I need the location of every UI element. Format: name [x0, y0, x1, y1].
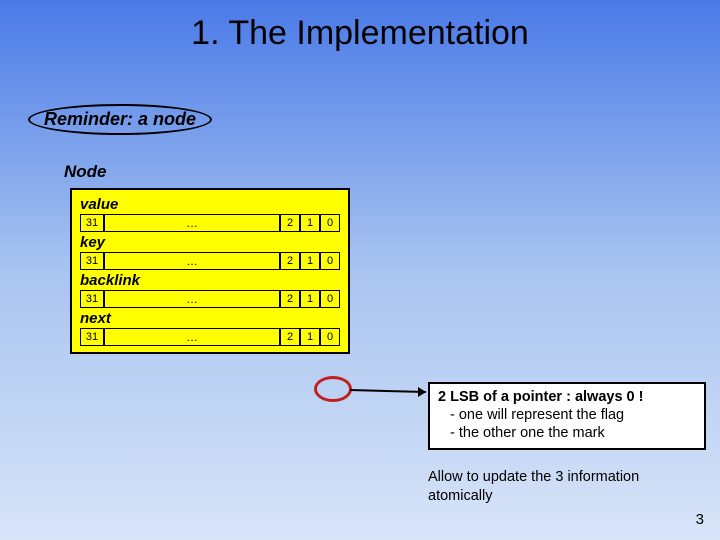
bit-0: 0 [320, 291, 340, 307]
field-label: value [80, 196, 340, 213]
bit-1: 1 [300, 253, 320, 269]
bit-2: 2 [280, 253, 300, 269]
bitfield-row: 31 … 2 1 0 [80, 214, 340, 232]
page-number: 3 [696, 511, 704, 528]
field-label: backlink [80, 272, 340, 289]
bit-mid: … [104, 291, 280, 307]
bitfield-row: 31 … 2 1 0 [80, 328, 340, 346]
bitfield-row: 31 … 2 1 0 [80, 290, 340, 308]
bit-31: 31 [80, 215, 104, 231]
bit-1: 1 [300, 291, 320, 307]
bit-0: 0 [320, 329, 340, 345]
bit-2: 2 [280, 215, 300, 231]
field-backlink: backlink 31 … 2 1 0 [80, 272, 340, 308]
lsb-note: 2 LSB of a pointer : always 0 ! - one wi… [428, 382, 706, 450]
reminder-callout: Reminder: a node [28, 104, 212, 135]
bit-31: 31 [80, 329, 104, 345]
node-heading: Node [64, 162, 107, 182]
field-key: key 31 … 2 1 0 [80, 234, 340, 270]
bit-31: 31 [80, 291, 104, 307]
slide-title: 1. The Implementation [0, 0, 720, 53]
field-label: next [80, 310, 340, 327]
arrow-icon [346, 378, 436, 408]
bit-mid: … [104, 253, 280, 269]
highlight-circle-icon [314, 376, 352, 402]
bit-mid: … [104, 215, 280, 231]
bitfield-row: 31 … 2 1 0 [80, 252, 340, 270]
bit-mid: … [104, 329, 280, 345]
node-structure: value 31 … 2 1 0 key 31 … 2 1 0 backlink… [70, 188, 350, 354]
bit-31: 31 [80, 253, 104, 269]
bit-1: 1 [300, 329, 320, 345]
field-value: value 31 … 2 1 0 [80, 196, 340, 232]
bit-0: 0 [320, 215, 340, 231]
bit-2: 2 [280, 329, 300, 345]
field-next: next 31 … 2 1 0 [80, 310, 340, 346]
allow-note: Allow to update the 3 information atomic… [428, 468, 706, 506]
note-line: - one will represent the flag [438, 406, 696, 424]
bit-0: 0 [320, 253, 340, 269]
note-line: 2 LSB of a pointer : always 0 ! [438, 388, 696, 406]
note-line: - the other one the mark [438, 424, 696, 442]
bit-2: 2 [280, 291, 300, 307]
field-label: key [80, 234, 340, 251]
bit-1: 1 [300, 215, 320, 231]
